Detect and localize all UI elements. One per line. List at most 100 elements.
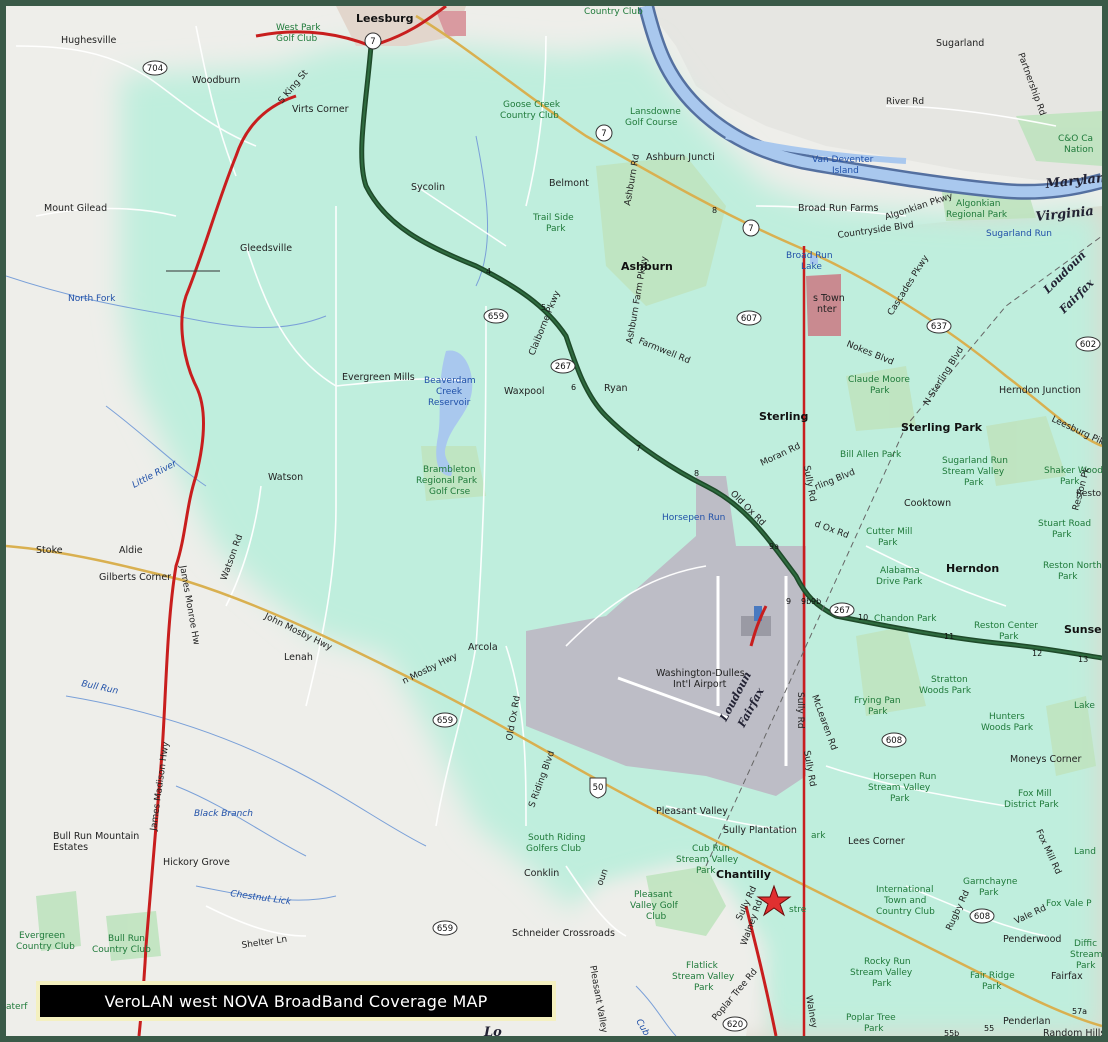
shield-602: 602 (1075, 336, 1101, 352)
label-frying-pan-2: Park (868, 707, 888, 717)
label-ryan: Ryan (604, 383, 628, 394)
coverage-map[interactable]: Leesburg Ashburn Sterling Sterling Park … (6, 6, 1102, 1036)
label-land-partial: Land (1074, 847, 1096, 857)
label-stuart-road-1: Stuart Road (1038, 519, 1091, 529)
svg-text:608: 608 (974, 912, 990, 922)
exit-7: 7 (636, 444, 641, 453)
label-sycolin: Sycolin (411, 182, 445, 193)
label-lake: Lake (1074, 701, 1095, 711)
label-van-deventer-1: Van Deventer (812, 155, 874, 165)
label-rocky-run-2: Stream Valley (850, 968, 913, 978)
label-evergreen-1: Evergreen (19, 931, 65, 941)
label-sterling: Sterling (759, 410, 808, 423)
label-flatlick-2: Stream Valley (672, 972, 735, 982)
label-rocky-run-1: Rocky Run (864, 957, 911, 967)
shield-607: 607 (736, 310, 762, 326)
label-pv-golf-3: Club (646, 912, 666, 922)
label-international-2: Town and (883, 896, 926, 906)
exit-57a: 57a (1072, 1007, 1087, 1016)
label-stratton-1: Stratton (931, 675, 968, 685)
label-country-club-top: Country Club (584, 7, 643, 17)
shield-608: 608 (881, 732, 907, 748)
label-river-rd: River Rd (886, 97, 924, 107)
label-poplar-tree-2: Park (864, 1024, 884, 1034)
shield-267b: 267 (829, 602, 855, 618)
label-dulles-1: Washington-Dulles (656, 668, 745, 679)
label-ashburn-junction: Ashburn Juncti (646, 152, 715, 163)
label-bull-run-cc-1: Bull Run (108, 934, 145, 944)
label-difficult-2: Stream (1070, 950, 1102, 960)
label-fox-vale: Fox Vale P (1046, 899, 1092, 909)
label-herndon-junction: Herndon Junction (999, 385, 1081, 396)
label-co-canal-1: C&O Ca (1058, 134, 1093, 144)
shield-7b: 7 (595, 124, 613, 142)
label-van-deventer-2: Island (832, 166, 859, 176)
label-cutter-mill-1: Cutter Mill (866, 527, 912, 537)
shield-659b: 659 (432, 712, 458, 728)
label-fox-mill-1: Fox Mill (1018, 789, 1052, 799)
svg-text:704: 704 (147, 64, 163, 74)
label-woodburn: Woodburn (192, 75, 240, 86)
shield-267: 267 (550, 358, 576, 374)
label-waxpool: Waxpool (504, 386, 545, 397)
label-co-canal-2: Nation (1064, 145, 1094, 155)
label-lansdowne-2: Golf Course (625, 118, 678, 128)
label-fairfax-city: Fairfax (1051, 971, 1083, 982)
exit-10: 10 (858, 613, 868, 622)
label-chandon: Chandon Park (874, 614, 937, 624)
label-reston-north-2: Park (1058, 572, 1078, 582)
shield-7c: 7 (742, 219, 760, 237)
exit-8: 8 (694, 469, 699, 478)
exit-4: 4 (486, 267, 491, 276)
label-sterling-park: Sterling Park (901, 421, 983, 434)
label-bull-run-cc-2: Country Club (92, 945, 151, 955)
label-conklin: Conklin (524, 868, 559, 879)
label-watson: Watson (268, 472, 303, 483)
svg-text:7: 7 (601, 129, 606, 139)
label-schneider-crossroads: Schneider Crossroads (512, 928, 615, 939)
shield-637: 637 (926, 318, 952, 334)
exit-9a: 9a (769, 542, 779, 551)
label-towne-center-1: s Town (813, 293, 845, 304)
label-stuart-road-2: Park (1052, 530, 1072, 540)
label-sugarland-valley-1: Sugarland Run (942, 456, 1008, 466)
label-broad-run-lake-2: Lake (801, 262, 822, 272)
label-sully-plantation: Sully Plantation (723, 825, 797, 836)
map-frame: Leesburg Ashburn Sterling Sterling Park … (0, 0, 1108, 1042)
label-algonkian-1: Algonkian (956, 199, 1001, 209)
label-alabama-2: Drive Park (876, 577, 923, 587)
label-sugarland-run: Sugarland Run (986, 229, 1052, 239)
label-sully-rd-2: Sully Rd (795, 692, 805, 729)
label-sugarland: Sugarland (936, 38, 984, 49)
label-dulles-2: Int'l Airport (673, 679, 727, 690)
label-brambleton-3: Golf Crse (429, 487, 471, 497)
svg-text:659: 659 (488, 312, 504, 322)
label-belmont: Belmont (549, 178, 589, 189)
caption-text: VeroLAN west NOVA BroadBand Coverage MAP (104, 991, 488, 1011)
label-fair-ridge-1: Fair Ridge (970, 971, 1015, 981)
label-evergreen-2: Country Club (16, 942, 75, 952)
label-lees-corner: Lees Corner (848, 836, 905, 847)
label-beaverdam-1: Beaverdam (424, 376, 476, 386)
svg-text:602: 602 (1080, 340, 1096, 350)
label-black-branch: Black Branch (194, 809, 253, 819)
label-aldie: Aldie (119, 545, 143, 556)
label-towne-center-2: nter (817, 304, 837, 315)
shield-659c: 659 (432, 920, 458, 936)
shield-620: 620 (722, 1016, 748, 1032)
label-shaker-wood-1: Shaker Wood (1044, 466, 1102, 476)
label-penderlan: Penderlan (1003, 1016, 1051, 1027)
label-cutter-mill-2: Park (878, 538, 898, 548)
label-herndon: Herndon (946, 562, 999, 575)
label-difficult-3: Park (1076, 961, 1096, 971)
label-reston-center-2: Park (999, 632, 1019, 642)
label-rocky-run-3: Park (872, 979, 892, 989)
svg-text:620: 620 (727, 1020, 743, 1030)
label-horsepen-park-3: Park (890, 794, 910, 804)
exit-9: 9 (786, 597, 791, 606)
label-random-hills: Random Hills (1043, 1028, 1102, 1036)
label-hughesville: Hughesville (61, 35, 117, 46)
shield-704: 704 (142, 60, 168, 76)
label-north-fork: North Fork (68, 294, 116, 304)
label-sunset: Sunse (1064, 623, 1102, 636)
